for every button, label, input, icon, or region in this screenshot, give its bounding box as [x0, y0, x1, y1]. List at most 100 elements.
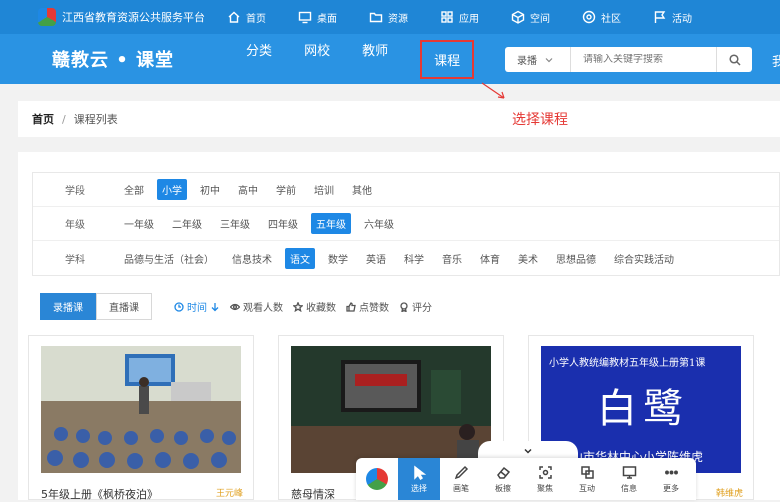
- filter-option[interactable]: 全部: [119, 179, 149, 200]
- site-logo-icon[interactable]: [38, 8, 56, 26]
- filter-option[interactable]: 科学: [399, 248, 429, 269]
- toolbar-more[interactable]: 更多: [650, 458, 692, 500]
- filter-option[interactable]: 思想品德: [551, 248, 601, 269]
- clock-icon: [174, 301, 184, 312]
- sort-favorites[interactable]: 收藏数: [293, 299, 336, 314]
- top-nav-space[interactable]: 空间: [511, 10, 550, 25]
- cursor-icon: [413, 464, 426, 480]
- thumbnail-caption: 小学人教统编教材五年级上册第1课: [549, 358, 706, 369]
- header-edge-link[interactable]: 我: [772, 51, 780, 70]
- tab-recorded[interactable]: 录播课: [40, 293, 96, 320]
- rating-icon: [400, 301, 408, 312]
- top-nav-home[interactable]: 首页: [227, 10, 266, 25]
- filter-label: 年级: [65, 220, 85, 231]
- toolbar-label: 画笔: [453, 483, 469, 493]
- toolbar-info[interactable]: 信息: [608, 458, 650, 500]
- community-icon: [582, 10, 596, 24]
- interact-icon: [580, 465, 594, 479]
- sort-label: 收藏数: [306, 303, 336, 314]
- annotation-arrow: [481, 82, 505, 99]
- search-button[interactable]: [716, 47, 752, 72]
- cube-icon: [511, 10, 525, 24]
- nav-teacher[interactable]: 教师: [362, 40, 388, 79]
- top-nav-label: 活动: [672, 13, 692, 25]
- filter-option[interactable]: 一年级: [119, 213, 159, 234]
- top-nav-desktop[interactable]: 桌面: [298, 10, 337, 25]
- floating-toolbar: 选择 画笔 板擦 聚焦 互动 信息 更多: [356, 458, 696, 500]
- filter-option[interactable]: 美术: [513, 248, 543, 269]
- filter-option[interactable]: 二年级: [167, 213, 207, 234]
- top-nav-resources[interactable]: 资源: [369, 10, 408, 25]
- toolbar-select[interactable]: 选择: [398, 458, 440, 500]
- folder-icon: [369, 12, 383, 23]
- search-box: 录播: [505, 47, 752, 72]
- filter-row-grade: 年级 一年级 二年级 三年级 四年级 五年级 六年级: [33, 207, 779, 241]
- filter-option[interactable]: 三年级: [215, 213, 255, 234]
- toolbar-label: 板擦: [495, 483, 511, 493]
- top-nav-activity[interactable]: 活动: [653, 10, 692, 25]
- filter-option[interactable]: 英语: [361, 248, 391, 269]
- filter-option[interactable]: 四年级: [263, 213, 303, 234]
- top-nav-label: 空间: [530, 13, 550, 25]
- filter-option[interactable]: 体育: [475, 248, 505, 269]
- sort-label: 点赞数: [359, 303, 389, 314]
- toolbar-focus[interactable]: 聚焦: [524, 458, 566, 500]
- course-thumbnail[interactable]: [291, 346, 491, 473]
- toolbar-label: 聚焦: [537, 483, 553, 493]
- sort-views[interactable]: 观看人数: [230, 299, 283, 314]
- top-nav-community[interactable]: 社区: [582, 10, 621, 25]
- top-nav-apps[interactable]: 应用: [440, 10, 479, 25]
- toolbar-logo[interactable]: [356, 458, 398, 500]
- toolbar-interact[interactable]: 互动: [566, 458, 608, 500]
- filter-option[interactable]: 信息技术: [227, 248, 277, 269]
- filter-option[interactable]: 高中: [233, 179, 263, 200]
- filter-option[interactable]: 品德与生活（社会）: [119, 248, 219, 269]
- toolbar-pen[interactable]: 画笔: [440, 458, 482, 500]
- filter-option[interactable]: 初中: [195, 179, 225, 200]
- filter-option[interactable]: 音乐: [437, 248, 467, 269]
- home-icon: [228, 11, 240, 23]
- tabs-row: 录播课 直播课 时间 观看人数 收藏数 点赞数 评分: [40, 293, 442, 320]
- breadcrumb-separator: /: [62, 112, 66, 126]
- filter-option[interactable]: 六年级: [359, 213, 399, 234]
- desktop-icon: [298, 11, 312, 24]
- course-thumbnail[interactable]: [41, 346, 241, 473]
- course-teacher[interactable]: 韩维虎: [716, 486, 743, 499]
- course-teacher[interactable]: 王元峰: [216, 486, 243, 499]
- nav-course[interactable]: 课程: [420, 39, 475, 79]
- annotation-label: 选择课程: [512, 112, 568, 128]
- filter-option[interactable]: 综合实践活动: [609, 248, 679, 269]
- filter-label: 学科: [65, 254, 85, 266]
- flag-icon: [654, 11, 666, 23]
- top-nav-label: 应用: [459, 13, 479, 25]
- filter-label: 学段: [65, 186, 85, 197]
- course-card[interactable]: 5年级上册《枫桥夜泊》 王元峰: [28, 335, 254, 501]
- tab-live[interactable]: 直播课: [96, 293, 152, 320]
- toolbar-eraser[interactable]: 板擦: [482, 458, 524, 500]
- eye-icon: [230, 303, 240, 310]
- filter-option[interactable]: 五年级: [311, 213, 351, 234]
- breadcrumb-home[interactable]: 首页: [32, 111, 54, 127]
- sort-time[interactable]: 时间: [174, 299, 220, 314]
- arrow-down-icon: [211, 302, 219, 311]
- filter-option[interactable]: 其他: [347, 179, 377, 200]
- sort-rating[interactable]: 评分: [399, 299, 432, 314]
- nav-category[interactable]: 分类: [246, 40, 272, 79]
- search-type-select[interactable]: 录播: [505, 47, 571, 72]
- brand-title[interactable]: 赣教云 • 课堂: [52, 46, 174, 72]
- site-title[interactable]: 江西省教育资源公共服务平台: [62, 9, 205, 25]
- toolbar-label: 选择: [411, 483, 427, 493]
- filter-option[interactable]: 培训: [309, 179, 339, 200]
- nav-online-school[interactable]: 网校: [304, 40, 330, 79]
- filter-option[interactable]: 学前: [271, 179, 301, 200]
- sort-options: 时间 观看人数 收藏数 点赞数 评分: [174, 299, 442, 314]
- filter-row-subject: 学科 品德与生活（社会） 信息技术 语文 数学 英语 科学 音乐 体育 美术 思…: [33, 241, 779, 275]
- filter-option[interactable]: 小学: [157, 179, 187, 200]
- sort-likes[interactable]: 点赞数: [346, 299, 389, 314]
- search-input[interactable]: [571, 54, 716, 65]
- toolbar-label: 信息: [621, 483, 637, 493]
- filter-option[interactable]: 语文: [285, 247, 315, 269]
- course-panel: 学段 全部 小学 初中 高中 学前 培训 其他 年级 一年级 二年级 三年级 四…: [18, 152, 780, 501]
- filter-option[interactable]: 数学: [323, 248, 353, 269]
- sort-label: 观看人数: [243, 303, 283, 314]
